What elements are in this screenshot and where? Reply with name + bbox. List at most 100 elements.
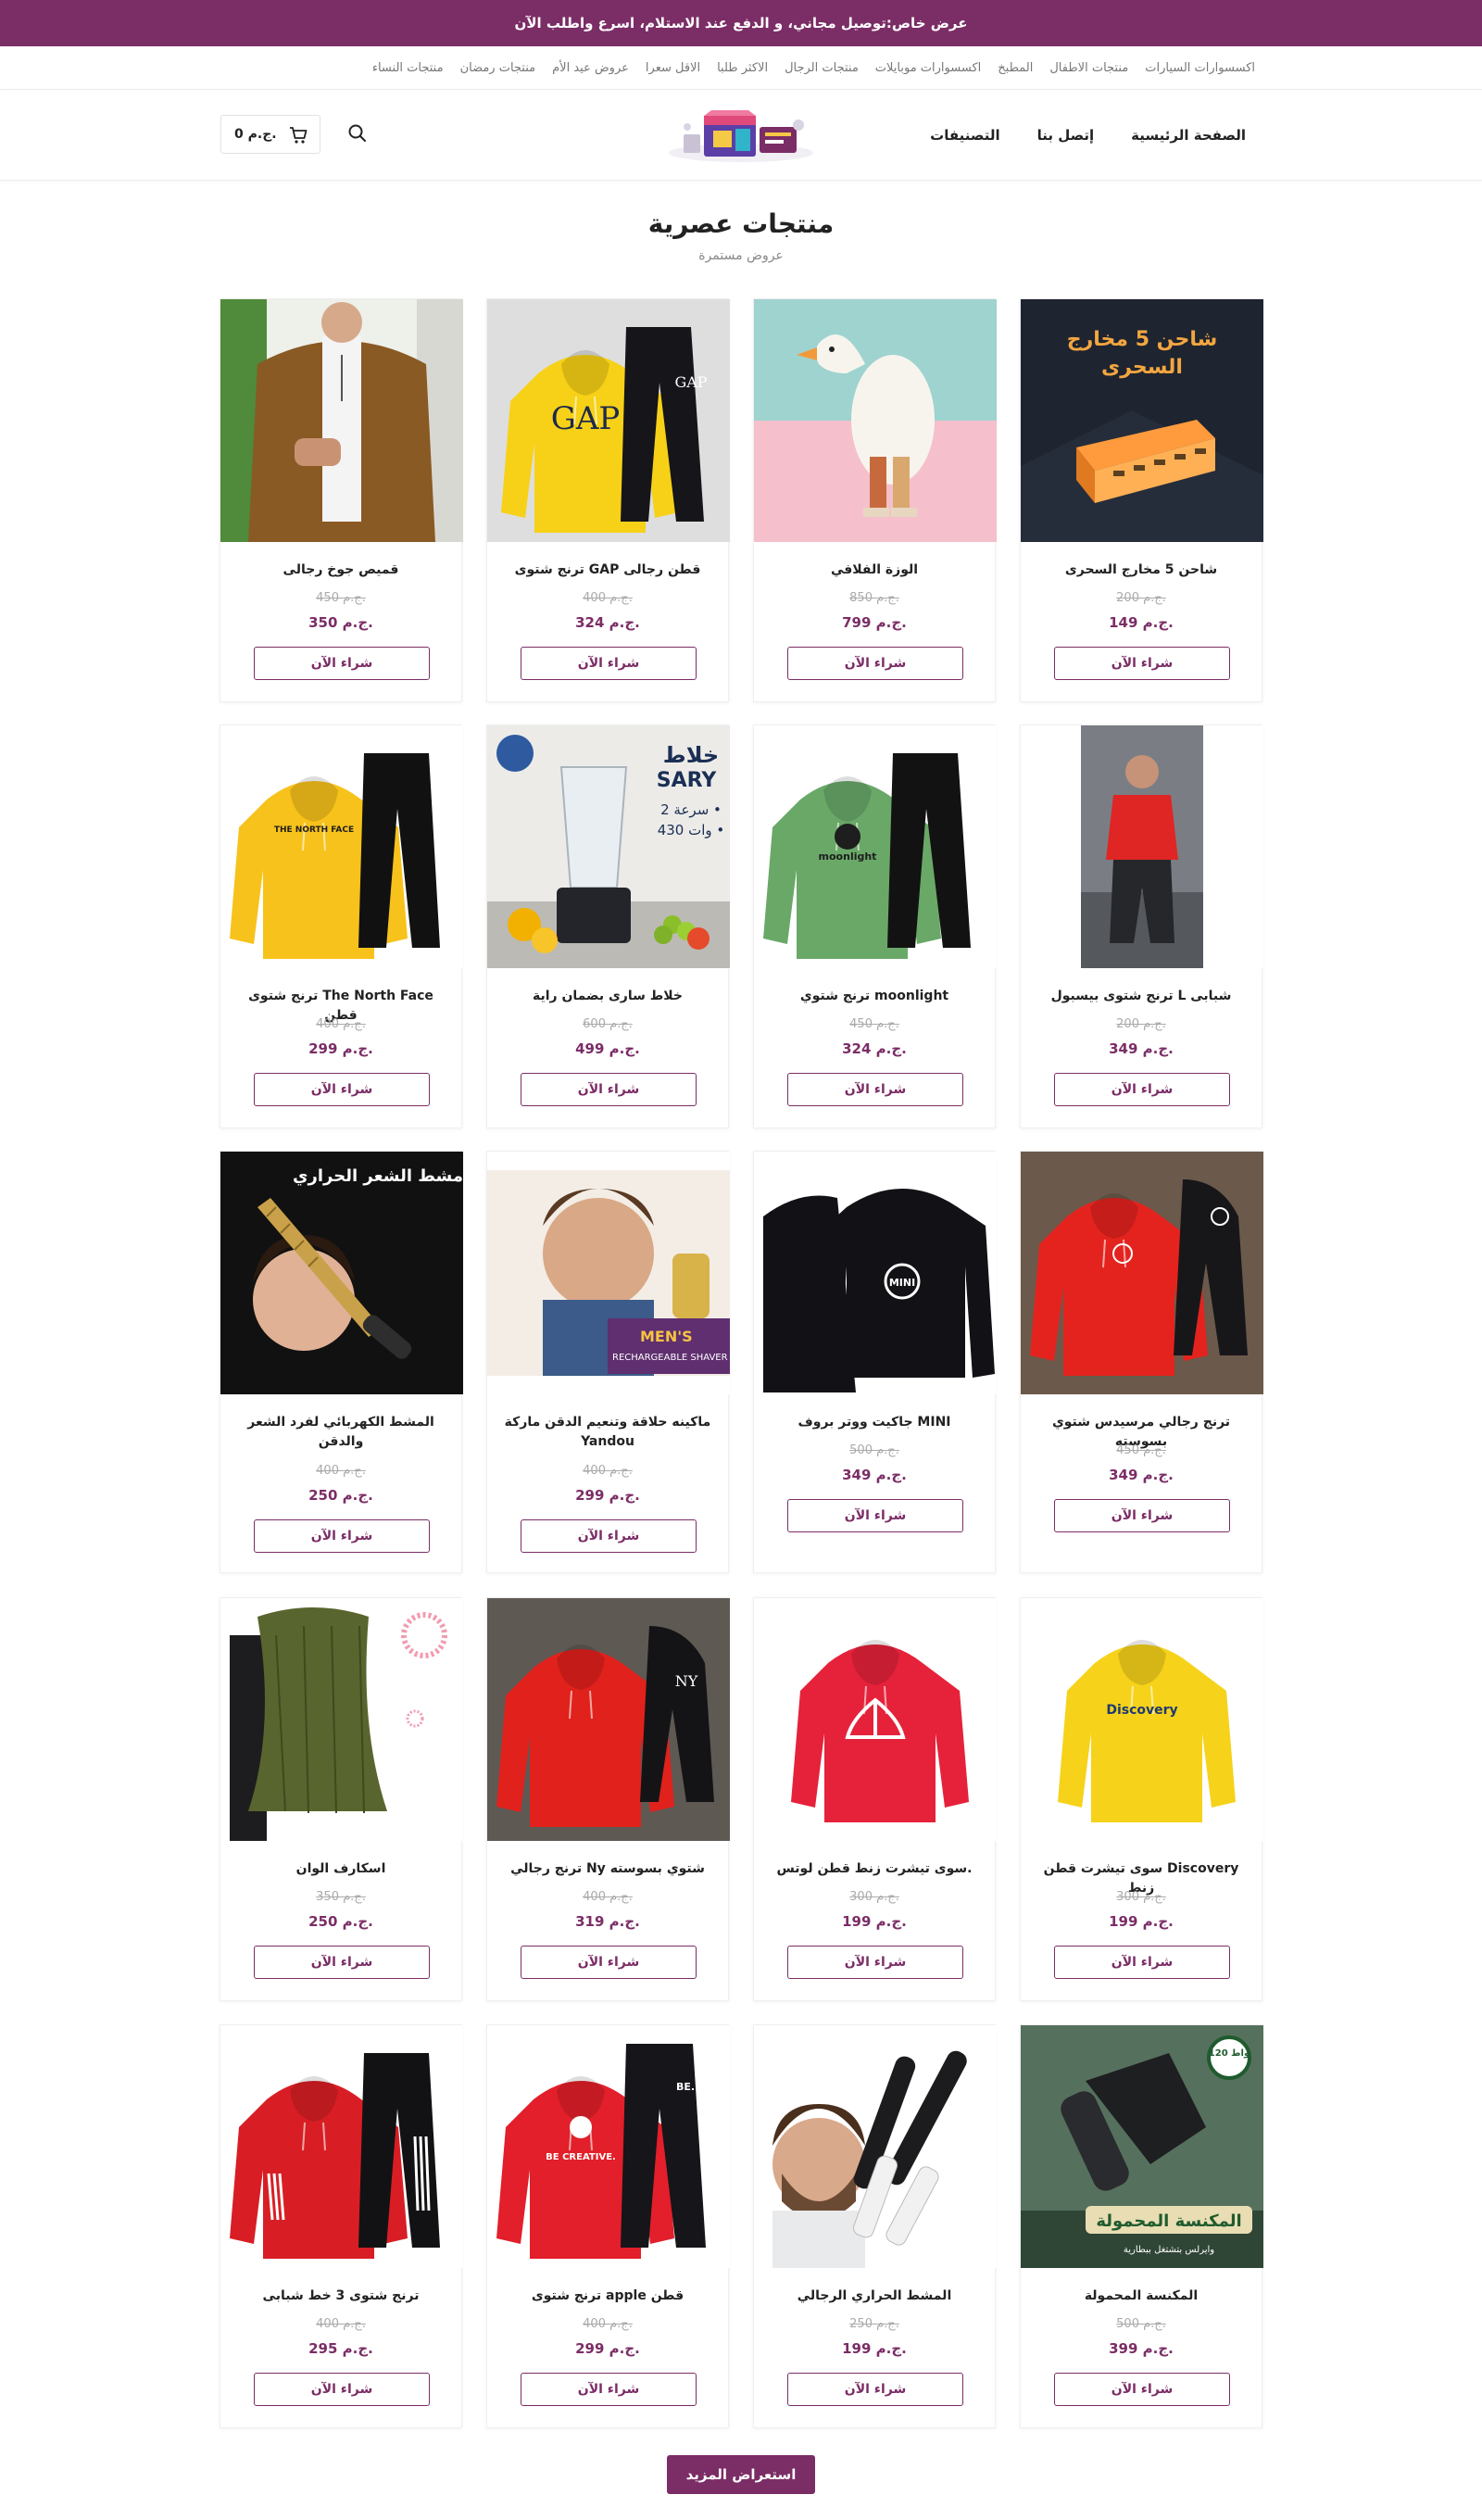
product-card[interactable]: قميص جوخ رجالى 450 ج.م. 350 ج.م. شراء ال…	[220, 298, 463, 702]
product-name[interactable]: ترنج شتوى apple قطن	[500, 2287, 715, 2306]
product-image[interactable]: MEN'S RECHARGEABLE SHAVER	[487, 1152, 730, 1394]
category-link-mothers-day[interactable]: عروض عيد الأم	[552, 61, 629, 75]
buy-now-button[interactable]: شراء الآن	[787, 1946, 963, 1979]
category-link-kids[interactable]: منتجات الاطفال	[1049, 61, 1128, 75]
product-old-price: 500 ج.م.	[849, 1443, 899, 1457]
product-card[interactable]: سوى تيشرت زنط قطن لوتس. 300 ج.م. 199 ج.م…	[753, 1597, 997, 2001]
product-card[interactable]: ترنج شتوى 3 خط شبابى 400 ج.م. 295 ج.م. ش…	[220, 2024, 463, 2428]
nav-home[interactable]: الصفحة الرئيسية	[1131, 127, 1246, 144]
product-image[interactable]	[220, 299, 463, 542]
product-card[interactable]: الوزة الفلافي 850 ج.م. 799 ج.م. شراء الآ…	[753, 298, 997, 702]
product-name[interactable]: المشط الكهربائي لفرد الشعر والدقن	[233, 1413, 448, 1452]
buy-now-button[interactable]: شراء الآن	[1054, 1499, 1230, 1532]
category-link-women[interactable]: منتجات النساء	[372, 61, 444, 75]
buy-now-button[interactable]: شراء الآن	[1054, 1946, 1230, 1979]
product-name[interactable]: خلاط سارى بضمان راية	[500, 987, 715, 1006]
product-image[interactable]: خلاط SARY 2 سرعة • 430 وات •	[487, 725, 730, 968]
product-card[interactable]: THE NORTH FACE ترنج شتوى The North Face …	[220, 724, 463, 1128]
buy-now-button[interactable]: شراء الآن	[254, 647, 430, 680]
buy-now-button[interactable]: شراء الآن	[521, 1519, 697, 1553]
buy-now-button[interactable]: شراء الآن	[1054, 1073, 1230, 1106]
product-image[interactable]	[754, 1598, 997, 1841]
nav-contact[interactable]: إتصل بنا	[1037, 127, 1095, 144]
buy-now-button[interactable]: شراء الآن	[787, 1499, 963, 1532]
product-name[interactable]: ترنج شتوي moonlight	[767, 987, 982, 1006]
product-card[interactable]: خلاط SARY 2 سرعة • 430 وات • خلاط سارى ب…	[486, 724, 730, 1128]
product-name[interactable]: ترنج شتوى بيسبول L شبابى	[1034, 987, 1249, 1006]
product-image[interactable]	[220, 2025, 463, 2268]
product-image[interactable]: THE NORTH FACE	[220, 725, 463, 968]
product-image[interactable]: مشط الشعر الحراري	[220, 1152, 463, 1394]
product-card[interactable]: GAP GAP ترنج شتوى GAP قطن رجالى 400 ج.م.…	[486, 298, 730, 702]
product-name[interactable]: المشط الحراري الرجالي	[767, 2287, 982, 2306]
product-name[interactable]: ترنج شتوى GAP قطن رجالى	[500, 561, 715, 580]
product-card[interactable]: اسكارف الوان 350 ج.م. 250 ج.م. شراء الآن	[220, 1597, 463, 2001]
product-name[interactable]: شاحن 5 مخارج السحرى	[1034, 561, 1249, 580]
product-card[interactable]: BE CREATIVE. BE. ترنج شتوى apple قطن 400…	[486, 2024, 730, 2428]
buy-now-button[interactable]: شراء الآن	[254, 1946, 430, 1979]
load-more-button[interactable]: استعراض المزيد	[667, 2455, 815, 2494]
product-price: 324 ج.م.	[842, 1040, 907, 1057]
product-card[interactable]: NY ترنج رجالي Ny شتوي بسوسته 400 ج.م. 31…	[486, 1597, 730, 2001]
buy-now-button[interactable]: شراء الآن	[787, 1073, 963, 1106]
product-image[interactable]: GAP GAP	[487, 299, 730, 542]
product-name[interactable]: ترنج شتوى 3 خط شبابى	[233, 2287, 448, 2306]
cart-button[interactable]: 0 ج.م.	[220, 115, 320, 154]
product-card[interactable]: المشط الحراري الرجالي 250 ج.م. 199 ج.م. …	[753, 2024, 997, 2428]
buy-now-button[interactable]: شراء الآن	[254, 1073, 430, 1106]
product-card[interactable]: ترنج شتوى بيسبول L شبابى 200 ج.م. 349 ج.…	[1020, 724, 1263, 1128]
buy-now-button[interactable]: شراء الآن	[254, 1519, 430, 1553]
product-card[interactable]: شاحن 5 مخارج السحرى شاحن 5 مخارج السحرى …	[1020, 298, 1263, 702]
category-link-best-sellers[interactable]: الاكثر طلبا	[717, 61, 768, 75]
buy-now-button[interactable]: شراء الآن	[521, 647, 697, 680]
buy-now-button[interactable]: شراء الآن	[1054, 647, 1230, 680]
product-image[interactable]	[754, 299, 997, 542]
product-price: 199 ج.م.	[842, 2340, 907, 2357]
product-card[interactable]: 120 واط المكنسة المحمولة وايرلس بتشتغل ب…	[1020, 2024, 1263, 2428]
product-image[interactable]: 120 واط المكنسة المحمولة وايرلس بتشتغل ب…	[1021, 2025, 1263, 2268]
product-image[interactable]: moonlight	[754, 725, 997, 968]
product-image[interactable]	[1021, 1152, 1263, 1394]
product-card[interactable]: MINI جاكيت ووتر بروف MINI 500 ج.م. 349 ج…	[753, 1151, 997, 1573]
store-logo[interactable]	[667, 107, 815, 164]
product-name[interactable]: ترنج رجالي Ny شتوي بسوسته	[500, 1859, 715, 1879]
product-name[interactable]: جاكيت ووتر بروف MINI	[767, 1413, 982, 1432]
product-image[interactable]	[220, 1598, 463, 1841]
product-name[interactable]: المكنسة المحمولة	[1034, 2287, 1249, 2306]
category-link-car-accessories[interactable]: اكسسوارات السيارات	[1145, 61, 1255, 75]
product-old-price: 200 ج.م.	[1116, 591, 1166, 605]
buy-now-button[interactable]: شراء الآن	[521, 1073, 697, 1106]
product-card[interactable]: moonlight ترنج شتوي moonlight 450 ج.م. 3…	[753, 724, 997, 1128]
category-link-lowest-price[interactable]: الاقل سعرا	[646, 61, 700, 75]
product-image[interactable]: NY	[487, 1598, 730, 1841]
product-name[interactable]: اسكارف الوان	[233, 1859, 448, 1879]
product-name[interactable]: قميص جوخ رجالى	[233, 561, 448, 580]
product-card[interactable]: Discovery سوى تيشرت قطن Discovery زنط 30…	[1020, 1597, 1263, 2001]
category-link-ramadan[interactable]: منتجات رمضان	[460, 61, 536, 75]
product-name[interactable]: ماكينه حلاقة وتنعيم الدقن ماركة Yandou	[500, 1413, 715, 1452]
buy-now-button[interactable]: شراء الآن	[787, 2373, 963, 2406]
product-card[interactable]: MEN'S RECHARGEABLE SHAVER ماكينه حلاقة و…	[486, 1151, 730, 1573]
product-image[interactable]: MINI	[754, 1152, 997, 1394]
product-name[interactable]: سوى تيشرت زنط قطن لوتس.	[767, 1859, 982, 1879]
product-image[interactable]	[754, 2025, 997, 2268]
product-name[interactable]: الوزة الفلافي	[767, 561, 982, 580]
category-link-mobile-accessories[interactable]: اكسسوارات موبايلات	[875, 61, 981, 75]
nav-categories[interactable]: التصنيفات	[930, 127, 999, 144]
buy-now-button[interactable]: شراء الآن	[254, 2373, 430, 2406]
category-link-kitchen[interactable]: المطبخ	[998, 61, 1033, 75]
product-card[interactable]: ترنج رجالي مرسيدس شتوي بسوسته 450 ج.م. 3…	[1020, 1151, 1263, 1573]
buy-now-button[interactable]: شراء الآن	[521, 2373, 697, 2406]
product-card[interactable]: مشط الشعر الحراري المشط الكهربائي لفرد ا…	[220, 1151, 463, 1573]
product-image[interactable]: BE CREATIVE. BE.	[487, 2025, 730, 2268]
product-image[interactable]: شاحن 5 مخارج السحرى	[1021, 299, 1263, 542]
product-image[interactable]	[1021, 725, 1263, 968]
buy-now-button[interactable]: شراء الآن	[521, 1946, 697, 1979]
svg-text:430 وات •: 430 وات •	[658, 822, 725, 838]
category-link-men[interactable]: منتجات الرجال	[785, 61, 859, 75]
buy-now-button[interactable]: شراء الآن	[1054, 2373, 1230, 2406]
buy-now-button[interactable]: شراء الآن	[787, 647, 963, 680]
search-icon[interactable]	[347, 123, 368, 144]
cart-icon	[290, 127, 308, 144]
product-image[interactable]: Discovery	[1021, 1598, 1263, 1841]
